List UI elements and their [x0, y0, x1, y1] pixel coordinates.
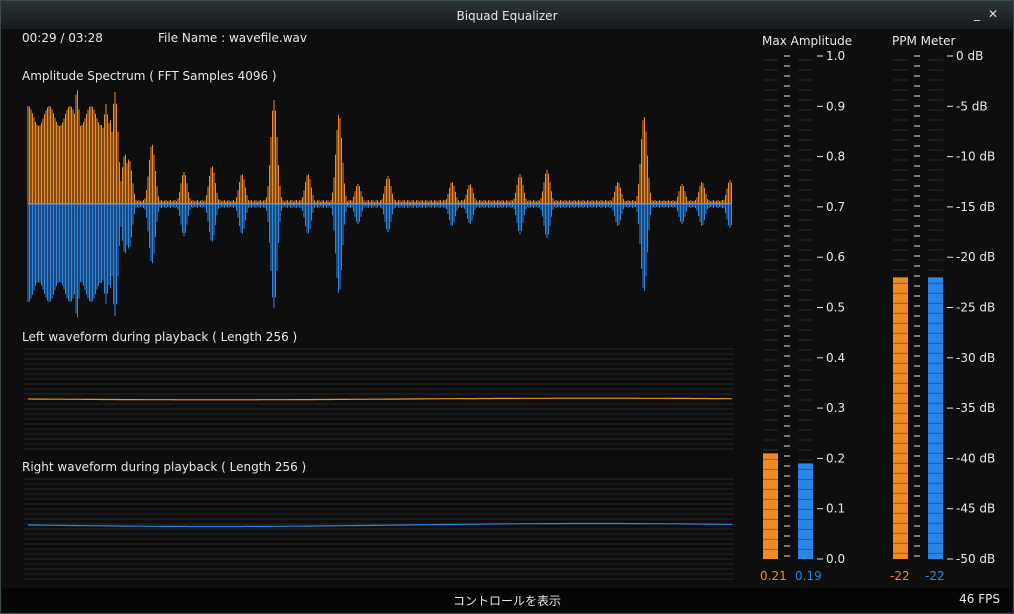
max-amplitude-tick-label: 0.1: [826, 502, 845, 516]
minimize-icon[interactable]: _: [969, 7, 985, 21]
spectrum-right-channel: [27, 204, 732, 318]
ppm-tick-label: 0 dB: [956, 49, 983, 63]
ppm-right-bar: [928, 277, 943, 559]
max-amplitude-tick-label: 0.5: [826, 301, 845, 315]
max-amplitude-tick-label: 1.0: [826, 49, 845, 63]
max-amplitude-tick-label: 0.4: [826, 351, 845, 365]
ppm-tick-label: -10 dB: [956, 150, 995, 164]
max-amplitude-tick-label: 0.2: [826, 451, 845, 465]
max-amplitude-tick-label: 0.7: [826, 200, 845, 214]
max-amplitude-tick-label: 0.9: [826, 99, 845, 113]
amplitude-spectrum-plot: [27, 90, 732, 318]
visualizer-area: 00:29 / 03:28 File Name : wavefile.wav A…: [2, 29, 1012, 585]
bottom-bar: コントロールを表示 46 FPS: [2, 588, 1012, 612]
fps-counter: 46 FPS: [959, 592, 1000, 606]
close-icon[interactable]: ✕: [985, 7, 1001, 21]
left-waveform-plot: [24, 348, 734, 450]
window-title: Biquad Equalizer: [456, 9, 558, 23]
app-window: Biquad Equalizer _ ✕ 00:29 / 03:28 File …: [0, 0, 1014, 614]
ppm-left-bar-label: -22: [890, 569, 910, 583]
ppm-left-bar: [893, 277, 908, 559]
ppm-meter: 0 dB -5 dB -10 dB -15 dB -20 dB -25 dB -30 dB -…: [890, 49, 995, 583]
spectrum-left-channel: [27, 90, 732, 204]
right-waveform-plot: [24, 478, 734, 580]
max-amplitude-left-bar-label: 0.21: [760, 569, 787, 583]
ppm-tick-label: -20 dB: [956, 250, 995, 264]
max-amplitude-right-bar: [798, 463, 813, 559]
visualizer-canvas: 1.0 0.9 0.8 0.7 0.6 0.5 0.4 0.3 0.2 0.1 0.0 0.21 0.1…: [24, 49, 995, 583]
max-amplitude-tick-label: 0.0: [826, 552, 845, 566]
ppm-tick-label: -5 dB: [956, 99, 988, 113]
ppm-tick-label: -35 dB: [956, 401, 995, 415]
ppm-tick-label: -40 dB: [956, 451, 995, 465]
ppm-tick-label: -15 dB: [956, 200, 995, 214]
ppm-tick-label: -25 dB: [956, 301, 995, 315]
show-controls-button[interactable]: コントロールを表示: [2, 592, 1012, 609]
ppm-tick-label: -45 dB: [956, 502, 995, 516]
max-amplitude-right-bar-label: 0.19: [795, 569, 822, 583]
max-amplitude-tick-label: 0.6: [826, 250, 845, 264]
ppm-right-bar-label: -22: [925, 569, 945, 583]
title-bar[interactable]: Biquad Equalizer _ ✕: [1, 1, 1013, 29]
ppm-tick-label: -30 dB: [956, 351, 995, 365]
max-amplitude-tick-label: 0.8: [826, 150, 845, 164]
max-amplitude-meter: 1.0 0.9 0.8 0.7 0.6 0.5 0.4 0.3 0.2 0.1 0.0 0.21 0.1…: [760, 49, 845, 583]
ppm-tick-label: -50 dB: [956, 552, 995, 566]
max-amplitude-tick-label: 0.3: [826, 401, 845, 415]
